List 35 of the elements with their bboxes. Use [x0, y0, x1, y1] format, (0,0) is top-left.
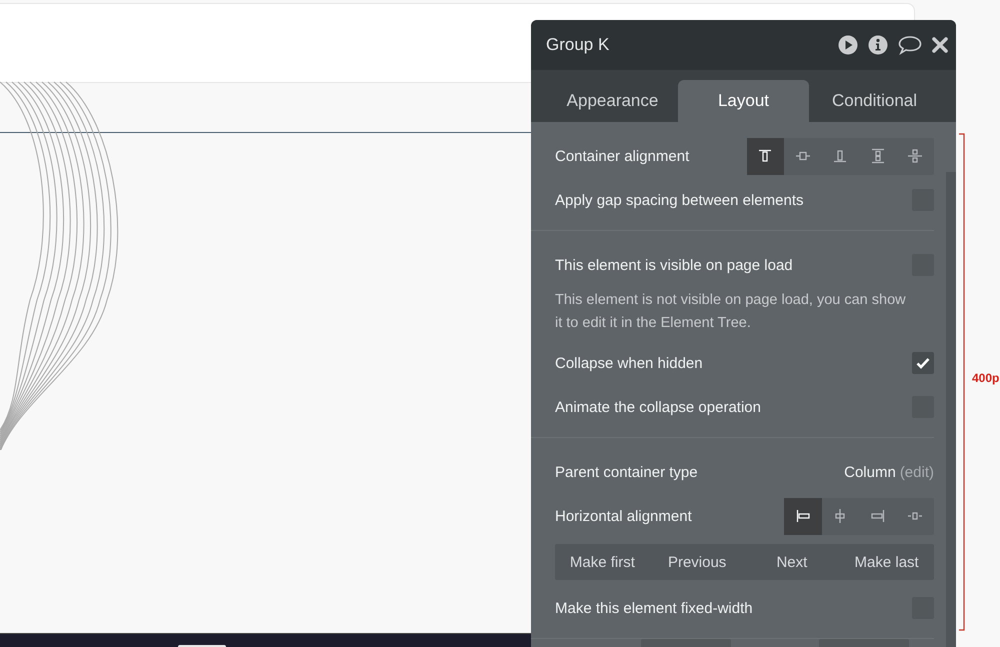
order-button[interactable]: Next	[744, 544, 840, 580]
property-label: Animate the collapse operation	[555, 398, 761, 416]
space-around-icon	[907, 148, 924, 164]
panel-tab[interactable]: Conditional	[809, 80, 940, 122]
panel-tab[interactable]: Layout	[678, 80, 809, 122]
order-button[interactable]: Make first	[555, 544, 650, 580]
hint-text: This element is not visible on page load, you can show it to edit it in the Element Tree.	[555, 291, 907, 333]
space-between-icon	[870, 148, 886, 164]
play-icon[interactable]	[838, 35, 858, 55]
property-label: Apply gap spacing between elements	[555, 192, 804, 208]
panel-title: Group K	[546, 35, 610, 55]
property-label: Collapse when hidden	[555, 354, 703, 372]
order-button[interactable]: Previous	[650, 544, 744, 580]
property-label: Parent container type	[555, 464, 698, 480]
comment-icon[interactable]	[898, 35, 922, 55]
alignment-option[interactable]	[746, 138, 784, 174]
align-left-icon	[794, 508, 811, 524]
align-top-icon	[757, 148, 774, 164]
property-label: This element is visible on page load	[555, 256, 793, 274]
property-value: Column	[844, 464, 896, 480]
checkbox[interactable]	[912, 352, 934, 374]
edit-link[interactable]: (edit)	[900, 464, 934, 480]
close-icon[interactable]	[932, 37, 948, 53]
checkmark-icon	[916, 357, 930, 369]
order-button[interactable]: Make last	[839, 544, 934, 580]
info-icon[interactable]	[868, 35, 888, 55]
scrollbar[interactable]	[946, 172, 956, 647]
align-right-icon	[870, 508, 886, 524]
panel-tab[interactable]: Appearance	[547, 80, 678, 122]
property-label: Horizontal alignment	[555, 508, 692, 524]
property-label: Container alignment	[555, 148, 690, 164]
alignment-option[interactable]	[784, 498, 822, 534]
property-label: Make this element fixed-width	[555, 600, 753, 616]
height-label: 400p	[972, 371, 1000, 385]
align-bottom-icon	[832, 148, 848, 164]
